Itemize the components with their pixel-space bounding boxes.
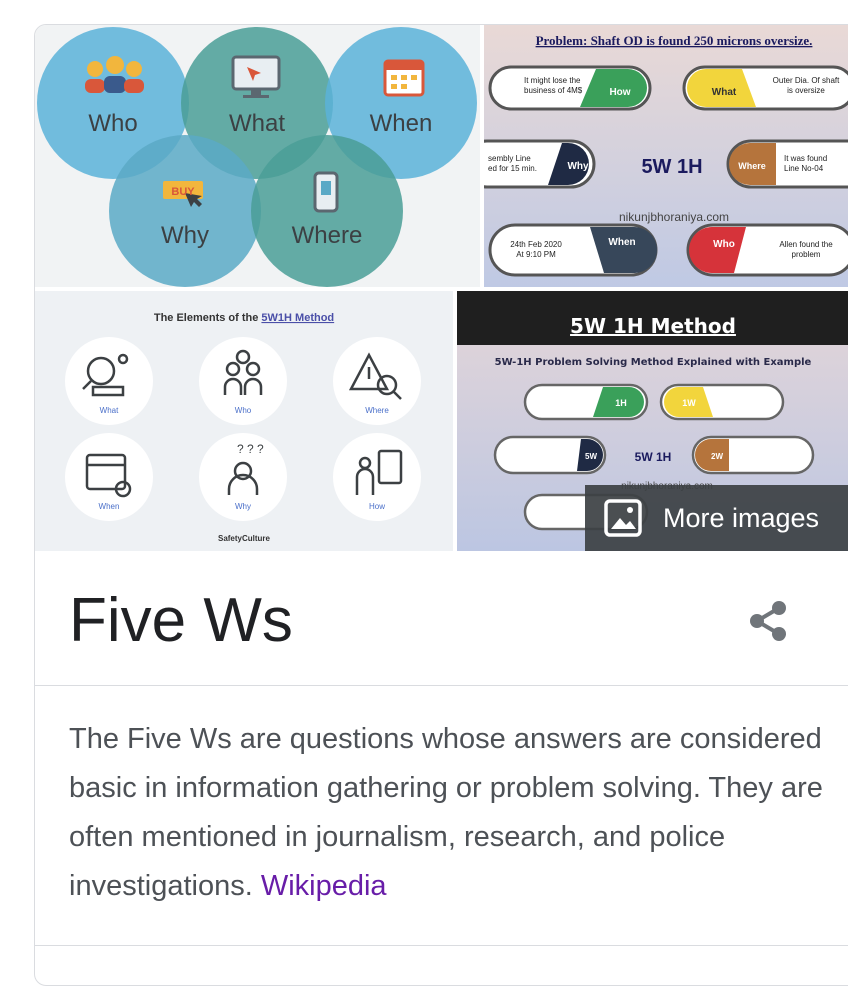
svg-text:1W: 1W xyxy=(682,398,696,408)
element-label-why: Why xyxy=(235,502,251,511)
svg-text:2W: 2W xyxy=(711,452,723,461)
element-label-who: Who xyxy=(235,406,252,415)
knowledge-panel: BUY Who What When Why Where Problem: Sha… xyxy=(34,24,848,986)
element-label-how: How xyxy=(369,502,385,511)
svg-text:is oversize: is oversize xyxy=(787,86,825,95)
svg-text:sembly Line: sembly Line xyxy=(488,154,531,163)
question-marks: ? ? ? xyxy=(237,442,264,456)
divider xyxy=(35,945,848,946)
pill-who: Who Allen found the problem xyxy=(686,223,848,277)
5w1h-example-graphic: Problem: Shaft OD is found 250 microns o… xyxy=(484,25,848,287)
image-5w1h-example[interactable]: Problem: Shaft OD is found 250 microns o… xyxy=(484,25,848,287)
pill-why: sembly Line ed for 15 min. Why xyxy=(484,139,596,189)
svg-text:It was found: It was found xyxy=(784,154,827,163)
svg-text:It might lose the: It might lose the xyxy=(524,76,581,85)
element-label-what: What xyxy=(100,406,119,415)
venn-label-why: Why xyxy=(161,222,209,249)
svg-text:Line No-04: Line No-04 xyxy=(784,164,824,173)
svg-text:Why: Why xyxy=(567,161,589,172)
svg-text:Outer Dia. Of shaft: Outer Dia. Of shaft xyxy=(773,76,840,85)
svg-text:What: What xyxy=(712,87,737,98)
svg-text:24th Feb 2020: 24th Feb 2020 xyxy=(510,240,562,249)
svg-text:Where: Where xyxy=(738,161,766,171)
example-watermark: nikunjbhoraniya.com xyxy=(619,210,729,224)
element-label-where: Where xyxy=(365,406,389,415)
venn-label-who: Who xyxy=(88,110,137,137)
svg-text:1H: 1H xyxy=(615,398,627,408)
method-center-label: 5W 1H xyxy=(635,450,672,464)
venn-label-what: What xyxy=(229,110,285,137)
brand-logo-text: SafetyCulture xyxy=(218,534,271,543)
svg-text:At 9:10 PM: At 9:10 PM xyxy=(516,250,556,259)
image-icon xyxy=(604,499,642,537)
method-heading: 5W 1H Method xyxy=(570,314,736,338)
venn-diagram: BUY Who What When Why Where xyxy=(37,27,477,287)
more-images-button[interactable]: More images xyxy=(585,485,848,551)
entity-description: The Five Ws are questions whose answers … xyxy=(69,715,829,911)
svg-text:Allen found the: Allen found the xyxy=(779,240,833,249)
svg-text:problem: problem xyxy=(792,250,821,259)
entity-title: Five Ws xyxy=(69,586,293,655)
example-heading: Problem: Shaft OD is found 250 microns o… xyxy=(536,33,813,48)
description-text: The Five Ws are questions whose answers … xyxy=(69,723,823,902)
svg-text:Who: Who xyxy=(713,239,735,250)
wikipedia-link[interactable]: Wikipedia xyxy=(261,870,387,902)
image-five-ws-venn[interactable]: BUY Who What When Why Where xyxy=(35,25,480,287)
method-subheading: 5W-1H Problem Solving Method Explained w… xyxy=(495,357,812,368)
venn-circle-why xyxy=(109,135,261,287)
svg-text:5W: 5W xyxy=(585,452,597,461)
buy-label: BUY xyxy=(171,186,195,198)
5w1h-elements-graphic: The Elements of the 5W1H Method ? ? ? Wh… xyxy=(65,312,421,543)
title-row: Five Ws xyxy=(35,551,848,686)
venn-label-when: When xyxy=(370,110,433,137)
svg-text:How: How xyxy=(609,87,630,98)
more-images-label: More images xyxy=(663,502,820,533)
pill-where: Where It was found Line No-04 xyxy=(726,139,848,189)
elements-heading: The Elements of the 5W1H Method xyxy=(154,312,334,324)
calendar-icon xyxy=(383,59,425,97)
venn-label-where: Where xyxy=(292,222,363,249)
pill-what: What Outer Dia. Of shaft is oversize xyxy=(682,65,848,111)
pill-how: It might lose the business of 4M$ How xyxy=(488,65,652,111)
share-icon[interactable] xyxy=(745,597,793,645)
image-5w1h-elements[interactable]: The Elements of the 5W1H Method ? ? ? Wh… xyxy=(35,291,453,551)
svg-text:ed for 15 min.: ed for 15 min. xyxy=(488,164,537,173)
svg-text:business of 4M$: business of 4M$ xyxy=(524,86,583,95)
phone-icon xyxy=(313,171,339,213)
element-label-when: When xyxy=(99,502,120,511)
svg-text:When: When xyxy=(608,237,635,248)
example-center-label: 5W 1H xyxy=(641,156,702,178)
pill-when: 24th Feb 2020 At 9:10 PM When xyxy=(488,223,658,277)
